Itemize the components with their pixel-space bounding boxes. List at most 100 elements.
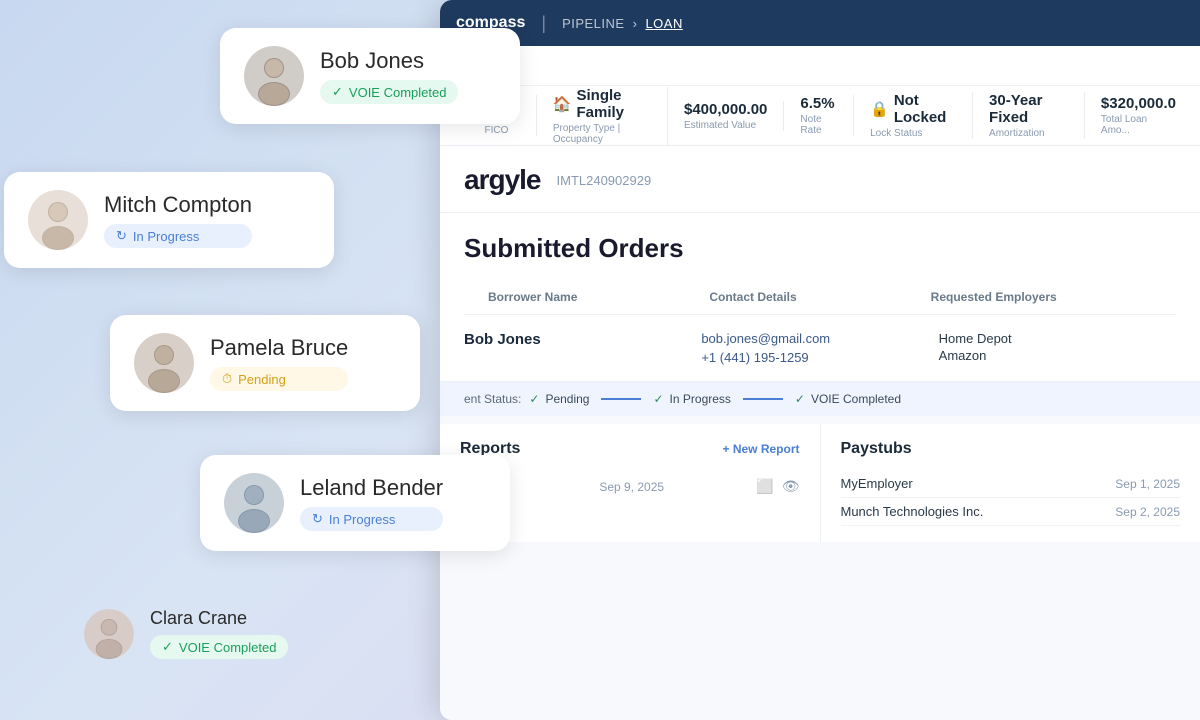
paystub-row-1[interactable]: MyEmployer Sep 1, 2025: [841, 470, 1181, 498]
card-info-pamela: Pamela Bruce ⏱ Pending: [210, 335, 348, 391]
check-step-1: ✓: [529, 392, 539, 406]
nav-pipeline[interactable]: PIPELINE: [562, 16, 625, 31]
lock-icon: 🔒: [870, 100, 889, 118]
status-badge-pamela: ⏱ Pending: [210, 367, 348, 391]
lock-label: Lock Status: [870, 128, 956, 139]
amortization-value: 30-Year Fixed: [989, 92, 1068, 126]
check-icon: ✓: [332, 84, 343, 100]
total-loan-value: $320,000.0: [1101, 95, 1176, 112]
info-lock: 🔒 Not Locked Lock Status: [854, 92, 973, 139]
check-icon-2: ✓: [162, 639, 173, 655]
property-label: Property Type | Occupancy: [553, 123, 651, 145]
total-loan-label: Total Loan Amo...: [1101, 114, 1176, 136]
paystub-date-1: Sep 1, 2025: [1115, 477, 1180, 491]
info-value-est: $400,000.00 Estimated Value: [668, 101, 784, 131]
avatar-pamela: [134, 333, 194, 393]
status-badge-leland: ↻ In Progress: [300, 507, 443, 531]
paystubs-title-text: Paystubs: [841, 440, 912, 458]
toolbar-row: ▾ ⊡: [440, 46, 1200, 86]
borrower-row-name-cell: Bob Jones: [464, 331, 701, 349]
report-date: Sep 9, 2025: [599, 480, 664, 494]
nav-breadcrumb: PIPELINE › LOAN: [562, 16, 683, 31]
new-report-button[interactable]: + New Report: [722, 442, 799, 456]
status-line-2: [743, 398, 783, 400]
borrower-card-leland[interactable]: Leland Bender ↻ In Progress: [200, 455, 510, 551]
estimated-value: $400,000.00: [684, 101, 767, 118]
status-badge-bob: ✓ VOIE Completed: [320, 80, 458, 104]
borrower-card-clara[interactable]: Clara Crane ✓ VOIE Completed: [60, 590, 340, 677]
status-step-2: ✓ In Progress: [653, 392, 730, 406]
paystub-date-2: Sep 2, 2025: [1115, 505, 1180, 519]
nav-loan[interactable]: LOAN: [645, 16, 682, 31]
clock-icon: ⏱: [222, 371, 232, 387]
step-label-2: In Progress: [670, 392, 731, 406]
employer-list: Home Depot Amazon: [939, 331, 1176, 363]
avatar-mitch: [28, 190, 88, 250]
avatar-leland: [224, 473, 284, 533]
paystub-employer-1: MyEmployer: [841, 476, 913, 491]
note-rate-label: Note Rate: [800, 114, 837, 136]
argyle-logo: argyle: [464, 164, 541, 196]
top-nav: compass | PIPELINE › LOAN: [440, 0, 1200, 46]
status-badge-clara: ✓ VOIE Completed: [150, 635, 288, 659]
borrower-card-bob[interactable]: Bob Jones ✓ VOIE Completed: [220, 28, 520, 124]
step-label-1: Pending: [545, 392, 589, 406]
contact-phone: +1 (441) 195-1259: [701, 350, 938, 365]
sync-icon: ↻: [116, 228, 127, 244]
sync-icon-2: ↻: [312, 511, 323, 527]
borrower-card-mitch[interactable]: Mitch Compton ↻ In Progress: [4, 172, 334, 268]
employer-2: Amazon: [939, 348, 1176, 363]
borrower-card-pamela[interactable]: Pamela Bruce ⏱ Pending: [110, 315, 420, 411]
info-bar: ‹ 680 Mid-FICO 🏠 Single Family Property …: [440, 86, 1200, 146]
note-rate-value: 6.5%: [800, 95, 837, 112]
status-badge-mitch: ↻ In Progress: [104, 224, 252, 248]
paystubs-panel: Paystubs MyEmployer Sep 1, 2025 Munch Te…: [821, 424, 1200, 542]
report-row-voie[interactable]: VOIE Sep 9, 2025 ⬜ 👁: [460, 470, 800, 503]
eye-icon[interactable]: 👁: [782, 478, 800, 495]
info-property: 🏠 Single Family Property Type | Occupanc…: [537, 87, 668, 145]
borrower-name-pamela: Pamela Bruce: [210, 335, 348, 361]
house-icon: 🏠: [553, 95, 572, 113]
right-panel: compass | PIPELINE › LOAN ▾ ⊡ ‹ 680 Mid-…: [440, 0, 1200, 720]
col-borrower-name: Borrower Name: [488, 290, 709, 304]
info-amortization: 30-Year Fixed Amortization: [973, 92, 1085, 139]
nav-arrow: ›: [633, 16, 638, 31]
info-note-rate: 6.5% Note Rate: [784, 95, 854, 136]
avatar-clara: [84, 609, 134, 659]
row-borrower-name: Bob Jones: [464, 329, 541, 348]
nav-divider: |: [541, 13, 546, 34]
left-panel: Bob Jones ✓ VOIE Completed Mitch Compton…: [0, 0, 430, 720]
status-line-1: [601, 398, 641, 400]
report-actions: ⬜ 👁: [756, 478, 799, 495]
card-info-leland: Leland Bender ↻ In Progress: [300, 475, 443, 531]
check-step-2: ✓: [653, 392, 663, 406]
amortization-label: Amortization: [989, 128, 1068, 139]
estimated-label: Estimated Value: [684, 120, 767, 131]
main-content: argyle IMTL240902929 Submitted Orders Bo…: [440, 146, 1200, 720]
check-step-3: ✓: [795, 392, 805, 406]
paystub-employer-2: Munch Technologies Inc.: [841, 504, 984, 519]
status-step-1: ✓ Pending: [529, 392, 589, 406]
status-bar: ent Status: ✓ Pending ✓ In Progress ✓ VO…: [440, 382, 1200, 416]
table-header: Borrower Name Contact Details Requested …: [464, 280, 1176, 315]
borrower-row-bob[interactable]: Bob Jones bob.jones@gmail.com +1 (441) 1…: [440, 315, 1200, 382]
info-total-loan: $320,000.0 Total Loan Amo...: [1085, 95, 1192, 136]
borrower-name-leland: Leland Bender: [300, 475, 443, 501]
reports-panel-title: Reports + New Report: [460, 440, 800, 458]
paystubs-panel-title: Paystubs: [841, 440, 1181, 458]
borrower-name-bob: Bob Jones: [320, 48, 458, 74]
lock-status-value: 🔒 Not Locked: [870, 92, 956, 126]
paystub-row-2[interactable]: Munch Technologies Inc. Sep 2, 2025: [841, 498, 1181, 526]
card-info-mitch: Mitch Compton ↻ In Progress: [104, 192, 252, 248]
avatar-bob: [244, 46, 304, 106]
contact-email: bob.jones@gmail.com: [701, 331, 938, 346]
argyle-order-id: IMTL240902929: [557, 173, 652, 188]
borrower-row-main: Bob Jones bob.jones@gmail.com +1 (441) 1…: [464, 331, 1176, 365]
bottom-panels: Reports + New Report VOIE Sep 9, 2025 ⬜ …: [440, 424, 1200, 542]
col-requested-employers: Requested Employers: [931, 290, 1152, 304]
step-label-3: VOIE Completed: [811, 392, 901, 406]
download-icon[interactable]: ⬜: [756, 478, 773, 495]
submitted-orders-title: Submitted Orders: [464, 233, 1176, 280]
contact-details-cell: bob.jones@gmail.com +1 (441) 195-1259: [701, 331, 938, 365]
borrower-name-mitch: Mitch Compton: [104, 192, 252, 218]
